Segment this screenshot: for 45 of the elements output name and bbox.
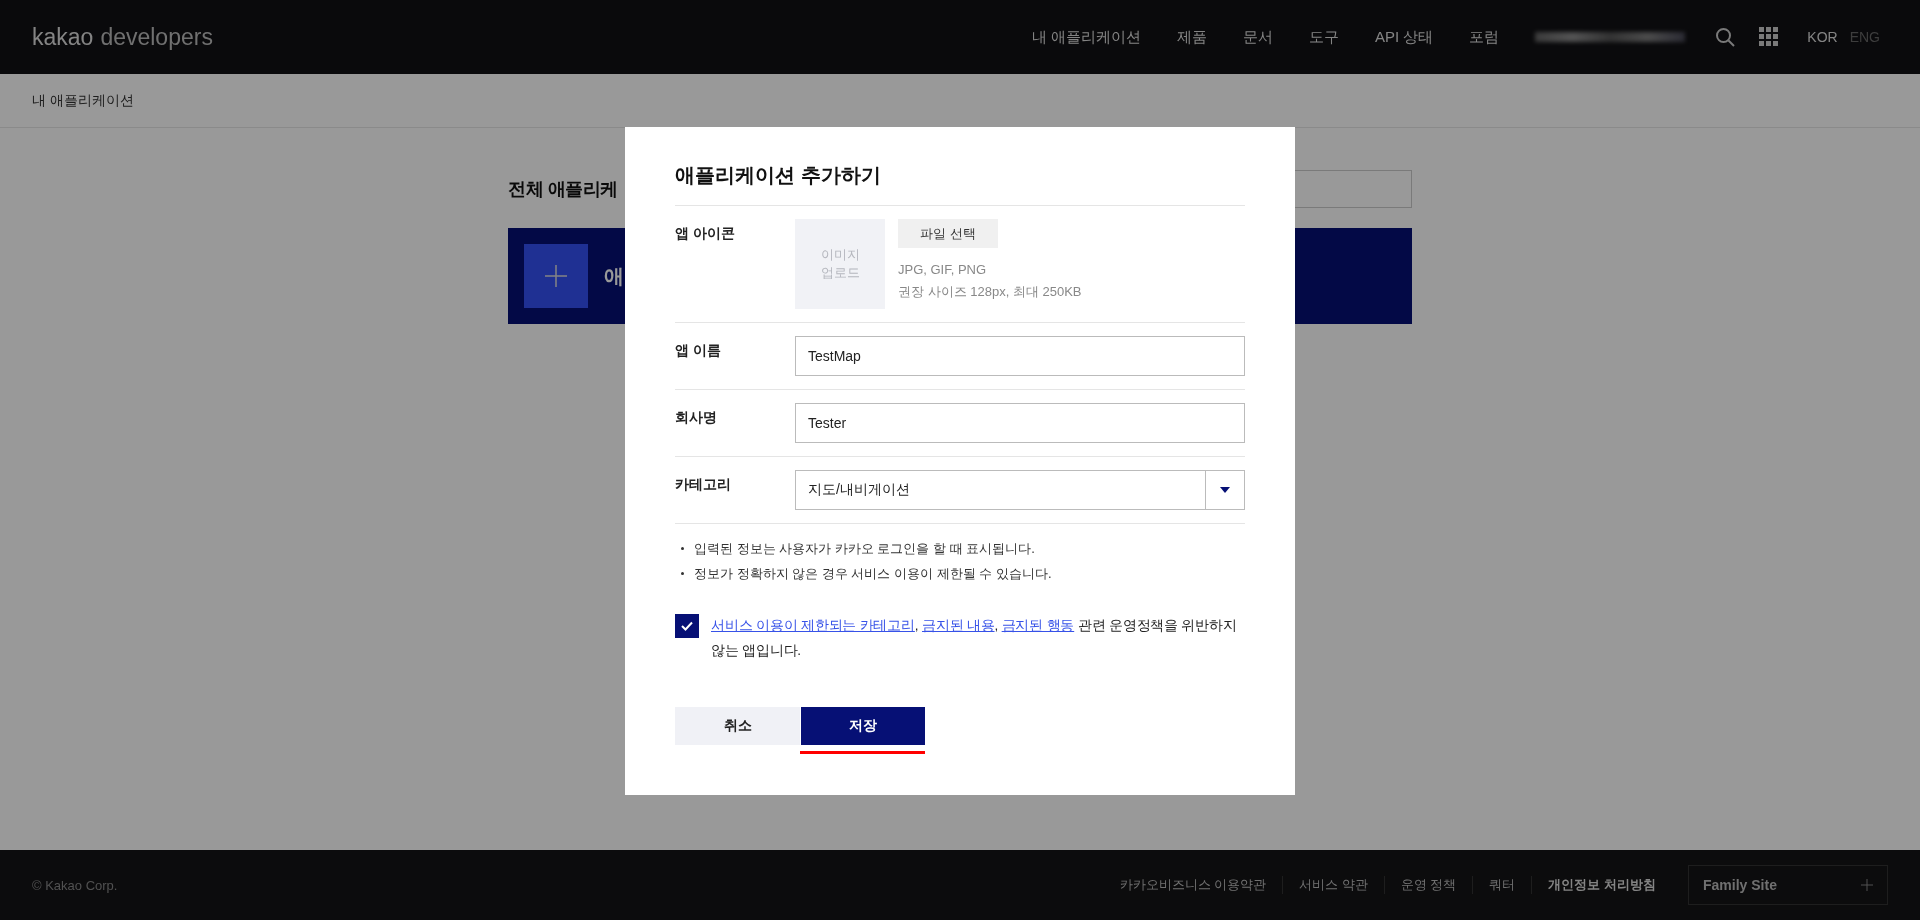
breadcrumb[interactable]: 내 애플리케이션 xyxy=(32,91,134,110)
consent-text: 서비스 이용이 제한되는 카테고리, 금지된 내용, 금지된 행동 관련 운영정책을 위반하지 않는 앱입니다. xyxy=(711,617,1238,660)
page-title: 전체 애플리케 xyxy=(508,178,618,201)
nav-link[interactable]: 제품 xyxy=(1176,27,1207,47)
footer-link[interactable]: 운영 정책 xyxy=(1383,876,1473,894)
policy-link[interactable]: 서비스 이용이 제한되는 카테고리 xyxy=(711,618,915,633)
plus-icon xyxy=(1861,879,1873,891)
field-label: 카테고리 xyxy=(675,475,732,494)
field-label: 앱 아이콘 xyxy=(675,224,736,243)
file-select-button[interactable]: 파일 선택 xyxy=(898,219,998,248)
dialog-title: 애플리케이션 추가하기 xyxy=(675,162,1245,206)
note-text: 입력된 정보는 사용자가 카카오 로그인을 할 때 표시됩니다. xyxy=(675,536,1245,561)
card-label: 애 xyxy=(604,263,624,289)
policy-link[interactable]: 금지된 내용 xyxy=(921,618,995,633)
footer-link[interactable]: 개인정보 처리방침 xyxy=(1531,876,1672,894)
language-toggle[interactable]: KOR xyxy=(1807,29,1838,45)
caret-icon xyxy=(1220,487,1230,493)
checkbox[interactable] xyxy=(675,614,699,638)
footer-link[interactable]: 카카오비즈니스 이용약관 xyxy=(1103,876,1283,894)
field-label: 앱 이름 xyxy=(675,341,722,360)
nav-link[interactable]: 문서 xyxy=(1242,27,1273,47)
family-site-dropdown[interactable]: Family Site xyxy=(1688,865,1888,905)
plus-icon xyxy=(524,244,588,308)
hint-text: 권장 사이즈 128px, 최대 250KB xyxy=(898,283,1082,301)
nav-link[interactable]: 도구 xyxy=(1308,27,1339,47)
hint-text: JPG, GIF, PNG xyxy=(898,262,988,277)
nav-link[interactable]: API 상태 xyxy=(1374,27,1434,47)
footer-link[interactable]: 쿼터 xyxy=(1472,876,1532,894)
note-text: 정보가 정확하지 않은 경우 서비스 이용이 제한될 수 있습니다. xyxy=(675,561,1245,586)
field-label: 회사명 xyxy=(675,408,718,427)
search-icon[interactable] xyxy=(1715,27,1736,47)
input-field[interactable]: Tester xyxy=(795,403,1245,443)
nav-link[interactable]: 포럼 xyxy=(1469,27,1500,47)
copyright-text: © Kakao Corp. xyxy=(32,877,118,893)
logo-text[interactable]: developers xyxy=(100,23,213,51)
check-icon xyxy=(681,621,693,631)
cancel-button[interactable]: 취소 xyxy=(675,707,800,745)
logo-text[interactable]: kakao xyxy=(32,23,94,51)
save-button[interactable]: 저장 xyxy=(801,707,925,745)
category-dropdown[interactable]: 지도/내비게이션 xyxy=(795,470,1245,510)
apps-grid-icon[interactable] xyxy=(1759,27,1780,47)
footer-link[interactable]: 서비스 약관 xyxy=(1282,876,1384,894)
nav-link[interactable]: 내 애플리케이션 xyxy=(1031,27,1141,47)
policy-link[interactable]: 금지된 행동 xyxy=(1001,618,1075,633)
input-field[interactable]: TestMap xyxy=(795,336,1245,376)
